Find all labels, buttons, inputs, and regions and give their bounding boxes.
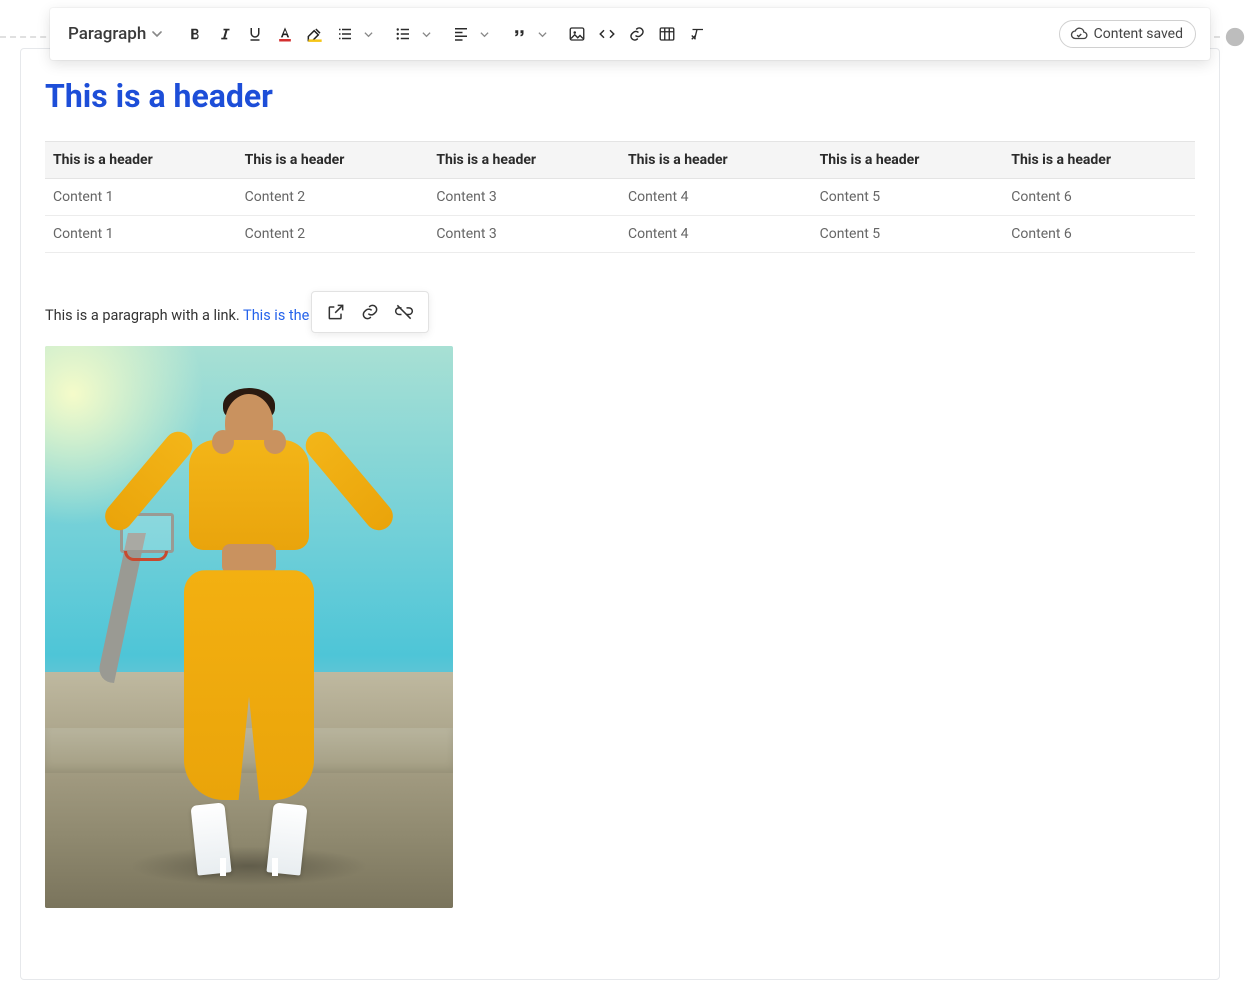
align-dropdown[interactable] [476,19,492,49]
unordered-list-button[interactable] [388,19,418,49]
link-button[interactable] [622,19,652,49]
add-section-button[interactable] [1224,26,1246,48]
open-link-button[interactable] [324,300,348,324]
table-cell[interactable]: Content 5 [812,216,1004,253]
align-button[interactable] [446,19,476,49]
caret-down-icon [152,29,162,39]
blockquote-button[interactable] [504,19,534,49]
content-table[interactable]: This is a header This is a header This i… [45,141,1195,253]
text-color-button[interactable] [270,19,300,49]
blockquote-dropdown[interactable] [534,19,550,49]
edit-link-button[interactable] [358,300,382,324]
bold-button[interactable] [180,19,210,49]
block-type-label: Paragraph [68,24,146,44]
unordered-list-dropdown[interactable] [418,19,434,49]
document-heading[interactable]: This is a header [45,77,1195,115]
code-button[interactable] [592,19,622,49]
table-cell[interactable]: Content 6 [1003,216,1195,253]
block-type-select[interactable]: Paragraph [68,24,162,44]
highlight-color-button[interactable] [300,19,330,49]
table-cell[interactable]: Content 3 [428,216,620,253]
table-cell[interactable]: Content 4 [620,216,812,253]
editor-content-area[interactable]: This is a header This is a header This i… [20,48,1220,980]
table-cell[interactable]: Content 1 [45,179,237,216]
table-header-cell[interactable]: This is a header [237,142,429,179]
paragraph[interactable]: This is a paragraph with a link. This is… [45,307,1195,324]
table-cell[interactable]: Content 6 [1003,179,1195,216]
image-button[interactable] [562,19,592,49]
table-header-cell[interactable]: This is a header [1003,142,1195,179]
table-cell[interactable]: Content 4 [620,179,812,216]
table-cell[interactable]: Content 3 [428,179,620,216]
embedded-image[interactable] [45,346,453,908]
table-header-cell[interactable]: This is a header [620,142,812,179]
cloud-check-icon [1070,25,1088,43]
italic-button[interactable] [210,19,240,49]
table-cell[interactable]: Content 5 [812,179,1004,216]
ordered-list-button[interactable] [330,19,360,49]
table-header-row[interactable]: This is a header This is a header This i… [45,142,1195,179]
link-context-popover [311,291,429,333]
unlink-button[interactable] [392,300,416,324]
ordered-list-dropdown[interactable] [360,19,376,49]
table-cell[interactable]: Content 2 [237,216,429,253]
table-row[interactable]: Content 1 Content 2 Content 3 Content 4 … [45,179,1195,216]
save-status-badge: Content saved [1059,20,1196,48]
table-header-cell[interactable]: This is a header [45,142,237,179]
clear-format-button[interactable] [682,19,712,49]
underline-button[interactable] [240,19,270,49]
table-button[interactable] [652,19,682,49]
table-header-cell[interactable]: This is a header [428,142,620,179]
table-header-cell[interactable]: This is a header [812,142,1004,179]
editor-toolbar: Paragraph [50,8,1210,60]
save-status-label: Content saved [1094,26,1183,42]
table-cell[interactable]: Content 2 [237,179,429,216]
table-cell[interactable]: Content 1 [45,216,237,253]
paragraph-text: This is a paragraph with a link. [45,307,243,324]
table-row[interactable]: Content 1 Content 2 Content 3 Content 4 … [45,216,1195,253]
